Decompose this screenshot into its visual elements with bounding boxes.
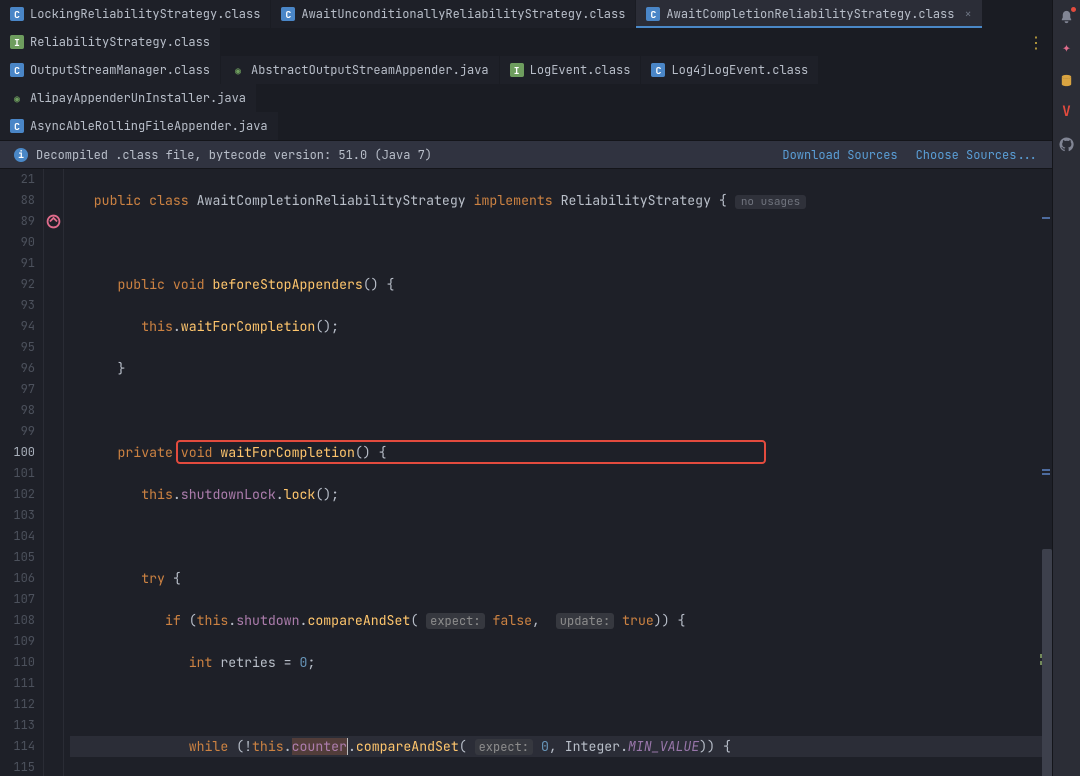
tab-label: LogEvent.class <box>530 62 631 78</box>
class-icon: C <box>651 63 665 77</box>
class-icon: C <box>10 7 24 21</box>
tab-label: AsyncAbleRollingFileAppender.java <box>30 118 268 134</box>
tab-label: ReliabilityStrategy.class <box>30 34 210 50</box>
ai-assistant-icon[interactable]: ✦ <box>1059 40 1075 56</box>
tab-label: LockingReliabilityStrategy.class <box>30 6 260 22</box>
override-icon[interactable] <box>44 211 63 232</box>
gutter-icons <box>44 169 64 776</box>
java-icon: ◉ <box>10 91 24 105</box>
download-sources-link[interactable]: Download Sources <box>782 147 897 163</box>
tab-log4jlogevent[interactable]: C Log4jLogEvent.class <box>641 56 819 84</box>
database-icon[interactable] <box>1059 72 1075 88</box>
tab-asyncable-appender[interactable]: C AsyncAbleRollingFileAppender.java <box>0 112 279 140</box>
no-usages-hint: no usages <box>735 195 806 209</box>
tab-abstract-output-appender[interactable]: ◉ AbstractOutputStreamAppender.java <box>221 56 500 84</box>
class-icon: C <box>281 7 295 21</box>
tab-label: OutputStreamManager.class <box>30 62 210 78</box>
tab-reliability-strategy[interactable]: I ReliabilityStrategy.class <box>0 28 221 56</box>
maven-icon[interactable]: V <box>1059 104 1075 120</box>
tab-label: AwaitCompletionReliabilityStrategy.class <box>666 6 954 22</box>
banner-text: Decompiled .class file, bytecode version… <box>36 147 432 163</box>
gutter: 21 88 89 90 91 92 93 94 95 96 97 98 99 1… <box>0 169 44 776</box>
code-editor[interactable]: 21 88 89 90 91 92 93 94 95 96 97 98 99 1… <box>0 169 1052 776</box>
decompiled-banner: i Decompiled .class file, bytecode versi… <box>0 141 1052 169</box>
tab-locking[interactable]: C LockingReliabilityStrategy.class <box>0 0 271 28</box>
right-toolbar: ✦ V <box>1052 0 1080 776</box>
interface-icon: I <box>510 63 524 77</box>
editor-tab-strip: C LockingReliabilityStrategy.class C Awa… <box>0 0 1052 141</box>
notifications-icon[interactable] <box>1059 8 1075 24</box>
tab-label: AlipayAppenderUnInstaller.java <box>30 90 246 106</box>
tab-alipay-uninstaller[interactable]: ◉ AlipayAppenderUnInstaller.java <box>0 84 257 112</box>
info-icon: i <box>14 148 28 162</box>
java-icon: ◉ <box>231 63 245 77</box>
class-icon: C <box>10 63 24 77</box>
github-icon[interactable] <box>1059 136 1075 152</box>
tab-logevent[interactable]: I LogEvent.class <box>500 56 642 84</box>
code-area[interactable]: public class AwaitCompletionReliabilityS… <box>64 169 1052 776</box>
interface-icon: I <box>10 35 24 49</box>
highlighted-line: while (!this.counter.compareAndSet( expe… <box>70 736 1052 757</box>
tab-await-completion[interactable]: C AwaitCompletionReliabilityStrategy.cla… <box>636 0 982 28</box>
error-stripe[interactable] <box>1040 169 1052 776</box>
close-icon[interactable]: × <box>964 6 971 22</box>
choose-sources-link[interactable]: Choose Sources... <box>916 147 1038 163</box>
class-icon: C <box>646 7 660 21</box>
scrollbar-thumb[interactable] <box>1042 549 1052 776</box>
tab-await-uncond[interactable]: C AwaitUnconditionallyReliabilityStrateg… <box>271 0 636 28</box>
tab-output-stream-manager[interactable]: C OutputStreamManager.class <box>0 56 221 84</box>
class-icon: C <box>10 119 24 133</box>
tab-label: AbstractOutputStreamAppender.java <box>251 62 489 78</box>
tab-label: Log4jLogEvent.class <box>671 62 808 78</box>
more-icon[interactable]: ⋮ <box>1028 32 1044 53</box>
tab-label: AwaitUnconditionallyReliabilityStrategy.… <box>301 6 625 22</box>
